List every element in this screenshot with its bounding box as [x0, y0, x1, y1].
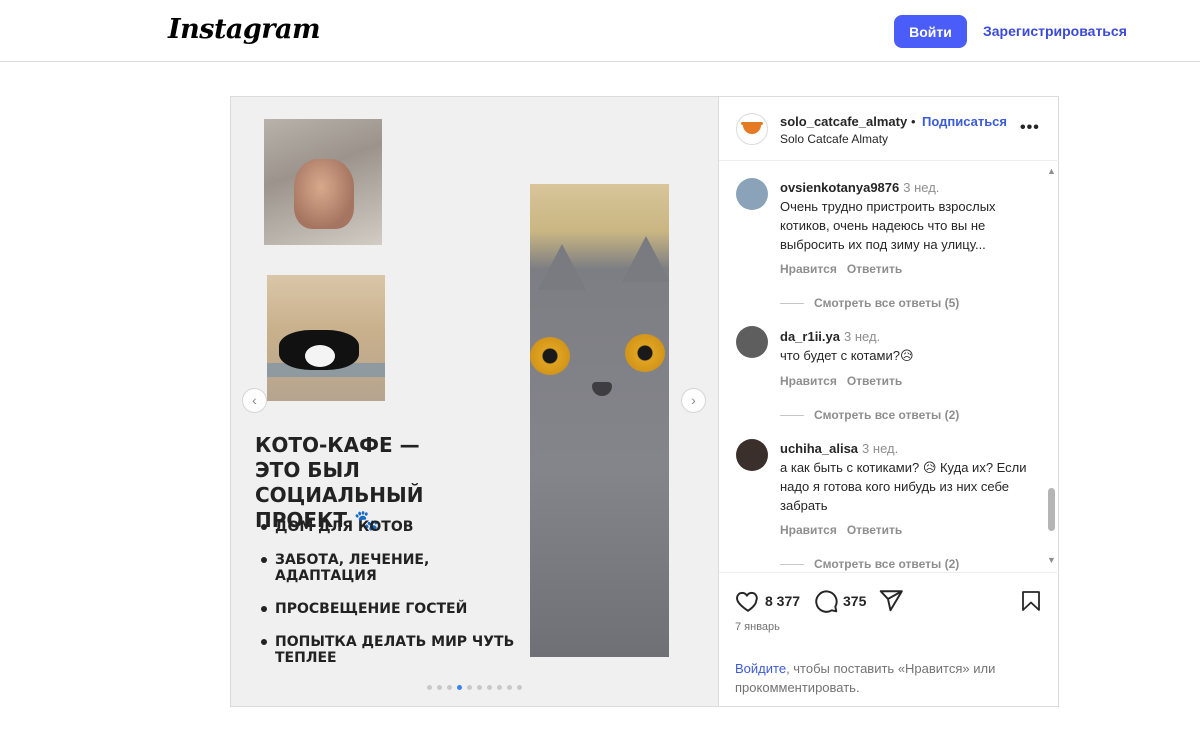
login-prompt-link[interactable]: Войдите [735, 661, 786, 676]
author-display-name: Solo Catcafe Almaty [780, 132, 889, 146]
slide-bullet: ДОМ ДЛЯ КОТОВ [259, 519, 519, 535]
replies-line [780, 564, 804, 566]
top-bar: Instagram Войти Зарегистрироваться [0, 0, 1200, 62]
comments-count[interactable]: 375 [843, 593, 866, 609]
cat-nose [592, 382, 612, 396]
scrollbar-thumb[interactable] [1048, 488, 1055, 531]
slide-bullet: ПРОСВЕЩЕНИЕ ГОСТЕЙ [259, 601, 519, 617]
instagram-logo[interactable]: Instagram [168, 14, 321, 45]
carousel-dot [487, 685, 492, 690]
more-options-icon[interactable]: ••• [1020, 119, 1040, 137]
replies-line [780, 415, 804, 417]
comment-actions: Нравится Ответить [780, 262, 902, 276]
login-prompt: Войдите, чтобы поставить «Нравится» или … [735, 659, 1035, 697]
tuxedo-cat-chest [305, 345, 335, 367]
carousel-dot [477, 685, 482, 690]
post-date[interactable]: 7 январь [735, 621, 780, 633]
carousel-dot [507, 685, 512, 690]
post-card: КОТО-КАФЕ — ЭТО БЫЛ СОЦИАЛЬНЫЙ ПРОЕКТ 🐾 … [230, 96, 1059, 707]
carousel-dot [447, 685, 452, 690]
commenter-avatar[interactable] [736, 178, 768, 210]
separator-dot: • [911, 114, 916, 129]
sphynx-cat-photo [264, 119, 382, 245]
view-replies-button[interactable]: Смотреть все ответы (5) [780, 296, 959, 310]
author-avatar[interactable] [736, 113, 768, 145]
tuxedo-cat-photo [267, 275, 385, 401]
cat-bowl-logo [743, 124, 761, 134]
carousel-dot [457, 685, 462, 690]
view-replies-button[interactable]: Смотреть все ответы (2) [780, 557, 959, 571]
like-comment-button[interactable]: Нравится [780, 374, 837, 388]
commenter-avatar[interactable] [736, 439, 768, 471]
like-comment-button[interactable]: Нравится [780, 262, 837, 276]
chevron-left-icon: ‹ [252, 392, 257, 408]
carousel-dot [497, 685, 502, 690]
bookmark-icon[interactable] [1019, 588, 1043, 614]
cat-eye-right [625, 334, 665, 372]
follow-button[interactable]: Подписаться [922, 114, 1007, 129]
cat-ear-left [538, 244, 586, 290]
slide-title-line: КОТО-КАФЕ — [255, 433, 420, 457]
post-sidebar: solo_catcafe_almaty • Подписаться Solo C… [718, 97, 1059, 706]
carousel-dot [517, 685, 522, 690]
view-replies-label: Смотреть все ответы (5) [814, 296, 960, 310]
carousel-dot [437, 685, 442, 690]
replies-line [780, 303, 804, 305]
carousel-dots [427, 685, 527, 693]
view-replies-label: Смотреть все ответы (2) [814, 557, 960, 571]
post-header: solo_catcafe_almaty • Подписаться Solo C… [719, 97, 1059, 161]
commenter-username[interactable]: ovsienkotanya9876 3 нед. [780, 180, 939, 195]
signup-link[interactable]: Зарегистрироваться [983, 23, 1127, 39]
scroll-down-arrow-icon[interactable]: ▼ [1047, 555, 1056, 565]
login-button[interactable]: Войти [894, 15, 967, 48]
carousel-dot [467, 685, 472, 690]
heart-icon[interactable] [735, 588, 761, 614]
commenter-username[interactable]: uchiha_alisa 3 нед. [780, 441, 898, 456]
comment-username[interactable]: da_r1ii.ya [780, 329, 840, 344]
slide-title-line: ЭТО БЫЛ СОЦИАЛЬНЫЙ [255, 458, 424, 507]
british-cat-photo [530, 184, 669, 657]
slide-bullet: ПОПЫТКА ДЕЛАТЬ МИР ЧУТЬ ТЕПЛЕЕ [259, 634, 519, 666]
comment-username[interactable]: uchiha_alisa [780, 441, 858, 456]
scroll-up-arrow-icon[interactable]: ▲ [1047, 166, 1056, 176]
paper-plane-icon[interactable] [878, 588, 904, 614]
carousel-dot [427, 685, 432, 690]
like-comment-button[interactable]: Нравится [780, 523, 837, 537]
comments-scrollbar[interactable]: ▲ ▼ [1046, 162, 1058, 572]
post-actions: 8 377 375 7 январь Войдите, чтобы постав… [719, 572, 1059, 706]
reply-comment-button[interactable]: Ответить [847, 523, 902, 537]
comment-text: а как быть с котиками? 😥 Куда их? Если н… [780, 460, 1027, 513]
carousel-prev-button[interactable]: ‹ [242, 388, 267, 413]
slide-title: КОТО-КАФЕ — ЭТО БЫЛ СОЦИАЛЬНЫЙ ПРОЕКТ 🐾 [255, 433, 535, 533]
reply-comment-button[interactable]: Ответить [847, 374, 902, 388]
comment-time[interactable]: 3 нед. [844, 329, 880, 344]
carousel-next-button[interactable]: › [681, 388, 706, 413]
reply-comment-button[interactable]: Ответить [847, 262, 902, 276]
comment-username[interactable]: ovsienkotanya9876 [780, 180, 899, 195]
view-replies-label: Смотреть все ответы (2) [814, 408, 960, 422]
view-replies-button[interactable]: Смотреть все ответы (2) [780, 408, 959, 422]
author-username[interactable]: solo_catcafe_almaty [780, 114, 907, 129]
post-media-carousel[interactable]: КОТО-КАФЕ — ЭТО БЫЛ СОЦИАЛЬНЫЙ ПРОЕКТ 🐾 … [231, 97, 718, 706]
sphynx-cat-shape [294, 159, 354, 229]
chevron-right-icon: › [691, 392, 696, 408]
cat-ear-right [622, 236, 669, 282]
comment-bubble-icon[interactable] [813, 588, 839, 614]
comments-list[interactable]: ovsienkotanya9876 3 нед. Очень трудно при… [719, 162, 1059, 572]
comment-time[interactable]: 3 нед. [862, 441, 898, 456]
likes-count[interactable]: 8 377 [765, 593, 800, 609]
commenter-username[interactable]: da_r1ii.ya 3 нед. [780, 329, 880, 344]
slide-bullet: ЗАБОТА, ЛЕЧЕНИЕ, АДАПТАЦИЯ [259, 552, 519, 584]
comment-time[interactable]: 3 нед. [903, 180, 939, 195]
slide-bullet-list: ДОМ ДЛЯ КОТОВ ЗАБОТА, ЛЕЧЕНИЕ, АДАПТАЦИЯ… [259, 519, 519, 683]
cat-eye-left [530, 337, 570, 375]
comment-text: что будет с котами?😥 [780, 348, 914, 363]
comment-actions: Нравится Ответить [780, 523, 902, 537]
comment-actions: Нравится Ответить [780, 374, 902, 388]
commenter-avatar[interactable] [736, 326, 768, 358]
comment-text: Очень трудно пристроить взрослых котиков… [780, 199, 996, 252]
